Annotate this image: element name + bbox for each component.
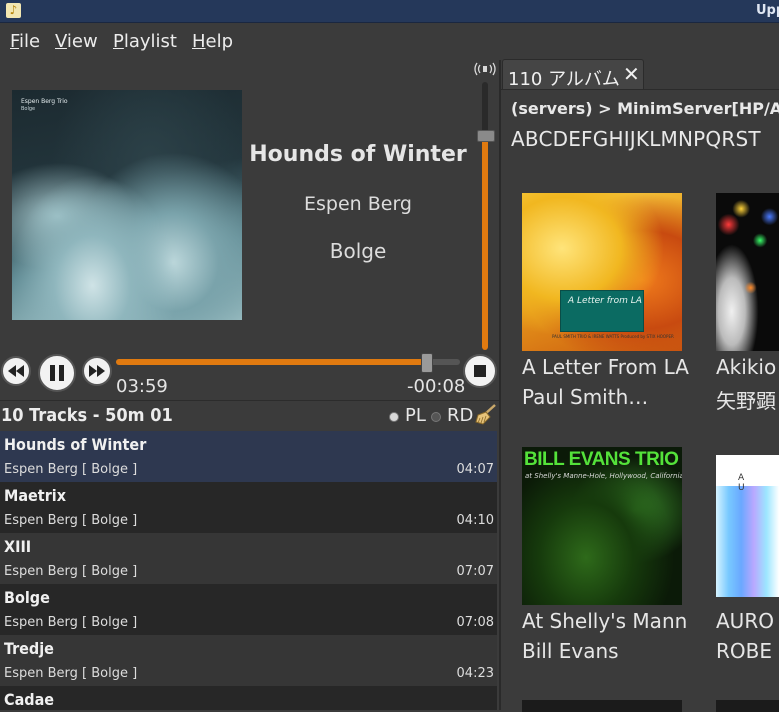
album-title: Akikio <box>716 355 777 379</box>
tab-albums[interactable]: 110 アルバム ✕ <box>502 59 644 90</box>
playlist: Hounds of Winter Espen Berg [ Bolge ] 04… <box>0 431 499 710</box>
playlist-summary: 10 Tracks - 50m 01 <box>1 405 173 426</box>
tab-label: 110 アルバム <box>508 69 620 90</box>
cover-plate-text: A Letter from LA <box>568 296 642 306</box>
album-cover[interactable] <box>716 193 779 351</box>
close-tab-icon[interactable]: ✕ <box>623 62 640 86</box>
stop-button[interactable] <box>463 354 497 388</box>
rd-label: RD <box>447 405 474 426</box>
divider <box>0 400 499 401</box>
cover-credit-text: PAUL SMITH TRIO & IRENE WATTS Produced b… <box>552 334 674 339</box>
album-cover[interactable]: BILL EVANS TRIO at Shelly's Manne-Hole, … <box>522 447 682 605</box>
app-music-note-icon: ♪ <box>6 3 21 18</box>
stop-icon <box>474 365 486 377</box>
album-cover[interactable]: A U <box>716 455 779 597</box>
album-artist: 矢野顕 <box>716 389 776 413</box>
rewind-icon <box>8 365 24 377</box>
rd-radio[interactable] <box>431 412 441 422</box>
album-artist: ROBE <box>716 639 772 663</box>
track-duration: 04:23 <box>456 666 494 681</box>
previous-button[interactable] <box>1 356 31 386</box>
track-title: Cadae <box>4 690 55 709</box>
volume-level-fill <box>482 138 488 350</box>
track-artist-album: Espen Berg [ Bolge ] <box>4 462 138 477</box>
album-cover: Espen Berg Trio Bolge <box>12 90 242 320</box>
album-title: AURO <box>716 609 774 633</box>
track-title: Hounds of Winter <box>4 435 147 454</box>
pl-label: PL <box>405 405 426 426</box>
track-title: XIII <box>4 537 32 556</box>
clear-playlist-broom-icon[interactable] <box>474 403 498 425</box>
cover-artist-text: Espen Berg Trio <box>21 98 68 105</box>
breadcrumb[interactable]: (servers) > MinimServer[HP/AMD <box>511 99 779 118</box>
elapsed-time: 03:59 <box>116 376 168 397</box>
menu-file[interactable]: File <box>10 31 40 52</box>
playlist-row[interactable]: XIII Espen Berg [ Bolge ] 07:07 <box>0 533 497 584</box>
track-artist-album: Espen Berg [ Bolge ] <box>4 513 138 528</box>
track-title: Bolge <box>4 588 50 607</box>
pause-icon <box>50 365 64 381</box>
pause-button[interactable] <box>38 354 76 392</box>
volume-icon <box>474 62 496 78</box>
now-playing-album: Bolge <box>329 239 387 263</box>
track-duration: 07:07 <box>456 564 494 579</box>
fast-forward-icon <box>89 365 105 377</box>
alphabet-index[interactable]: ABCDEFGHIJKLMNPQRST <box>511 127 761 151</box>
track-artist-album: Espen Berg [ Bolge ] <box>4 666 138 681</box>
menu-view[interactable]: View <box>55 31 98 52</box>
pane-splitter[interactable] <box>499 60 501 710</box>
album-artist: Paul Smith… <box>522 385 649 409</box>
menu-playlist[interactable]: Playlist <box>113 31 177 52</box>
track-artist-album: Espen Berg [ Bolge ] <box>4 564 138 579</box>
track-duration: 04:07 <box>456 462 494 477</box>
album-title: At Shelly's Mann <box>522 609 688 633</box>
album-cover[interactable]: A Letter from LA PAUL SMITH TRIO & IRENE… <box>522 193 682 351</box>
seek-progress-fill <box>116 359 425 365</box>
track-duration: 04:10 <box>456 513 494 528</box>
cover-subtitle-text: at Shelly's Manne-Hole, Hollywood, Calif… <box>525 472 682 480</box>
volume-handle[interactable] <box>477 130 495 142</box>
pl-radio[interactable] <box>389 412 399 422</box>
playlist-row[interactable]: Hounds of Winter Espen Berg [ Bolge ] 04… <box>0 431 497 482</box>
album-cover-partial[interactable] <box>716 700 779 712</box>
album-artist: Bill Evans <box>522 639 619 663</box>
playlist-row[interactable]: Bolge Espen Berg [ Bolge ] 07:08 <box>0 584 497 635</box>
track-title: Tredje <box>4 639 54 658</box>
now-playing-title: Hounds of Winter <box>249 142 467 167</box>
playlist-row[interactable]: Tredje Espen Berg [ Bolge ] 04:23 <box>0 635 497 686</box>
menu-bar: File View Playlist Help <box>0 23 779 60</box>
cover-title-text: BILL EVANS TRIO <box>524 449 679 470</box>
playlist-row[interactable]: Maetrix Espen Berg [ Bolge ] 04:10 <box>0 482 497 533</box>
playlist-row[interactable]: Cadae <box>0 686 497 710</box>
track-artist-album: Espen Berg [ Bolge ] <box>4 615 138 630</box>
track-duration: 07:08 <box>456 615 494 630</box>
next-button[interactable] <box>82 356 112 386</box>
title-bar: ♪ Upp <box>0 0 779 23</box>
remaining-time: -00:08 <box>407 376 466 397</box>
window-title: Upp <box>756 3 779 18</box>
track-title: Maetrix <box>4 486 66 505</box>
now-playing-artist: Espen Berg <box>304 193 412 215</box>
album-title: A Letter From LA <box>522 355 689 379</box>
album-cover-partial[interactable] <box>522 700 682 712</box>
cover-album-text: Bolge <box>21 106 36 112</box>
menu-help[interactable]: Help <box>192 31 233 52</box>
tab-bar-line <box>501 89 779 90</box>
player-pane: Espen Berg Trio Bolge Hounds of Winter E… <box>0 60 499 710</box>
seek-handle[interactable] <box>421 353 433 373</box>
cover-text: A U <box>738 473 754 493</box>
